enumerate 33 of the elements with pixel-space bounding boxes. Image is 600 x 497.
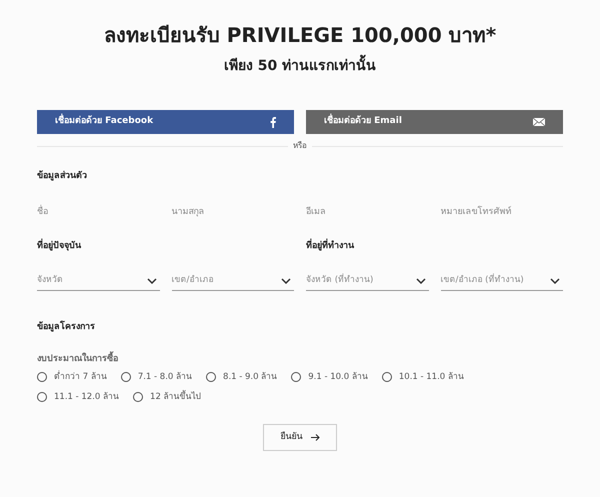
facebook-button[interactable]: เชื่อมต่อด้วย Facebook [37, 110, 294, 134]
chevron-down-icon [416, 278, 426, 284]
radio-option[interactable]: 11.1 - 12.0 ล้าน [37, 390, 120, 404]
page-title: ลงทะเบียนรับ PRIVILEGE 100,000 บาท* [104, 22, 496, 48]
email-button[interactable]: เชื่อมต่อด้วย Email [306, 110, 563, 134]
dropdown-field[interactable]: เขต/อำเภอ (ที่ทำงาน) [440, 271, 563, 291]
section-heading: ที่อยู่ที่ทำงาน [306, 240, 355, 253]
envelope-icon [533, 118, 545, 126]
facebook-icon [270, 116, 276, 128]
page-subtitle: เพียง 50 ท่านแรกเท่านั้น [224, 57, 376, 75]
dropdown-field[interactable]: เขต/อำเภอ [172, 271, 294, 291]
radio-option[interactable]: 9.1 - 10.0 ล้าน [291, 370, 368, 384]
text-field[interactable]: นามสกุล [172, 202, 294, 222]
dropdown-field[interactable]: จังหวัด (ที่ทำงาน) [306, 271, 428, 291]
text-field[interactable]: ชื่อ [37, 202, 160, 222]
arrow-right-icon [310, 434, 320, 441]
section-heading: ข้อมูลโครงการ [37, 321, 96, 334]
text-field[interactable]: หมายเลขโทรศัพท์ [440, 202, 563, 222]
radio-option[interactable]: ต่ำกว่า 7 ล้าน [37, 370, 107, 384]
section-heading: ที่อยู่ปัจจุบัน [37, 240, 82, 253]
radio-option[interactable]: 10.1 - 11.0 ล้าน [382, 370, 464, 384]
section-heading: ข้อมูลส่วนตัว [37, 170, 88, 183]
radio-option[interactable]: 8.1 - 9.0 ล้าน [206, 370, 278, 384]
chevron-down-icon [281, 278, 291, 284]
dropdown-field[interactable]: จังหวัด [37, 271, 160, 291]
divider-text: หรือ [293, 140, 307, 152]
chevron-down-icon [146, 278, 156, 284]
text-field[interactable]: อีเมล [306, 202, 428, 222]
radio-option[interactable]: 7.1 - 8.0 ล้าน [120, 370, 192, 384]
budget-label: งบประมาณในการซื้อ [37, 352, 563, 366]
chevron-down-icon [550, 278, 560, 284]
radio-option[interactable]: 12 ล้านขึ้นไป [133, 390, 201, 404]
confirm-button[interactable]: ยืนยัน [263, 424, 337, 451]
